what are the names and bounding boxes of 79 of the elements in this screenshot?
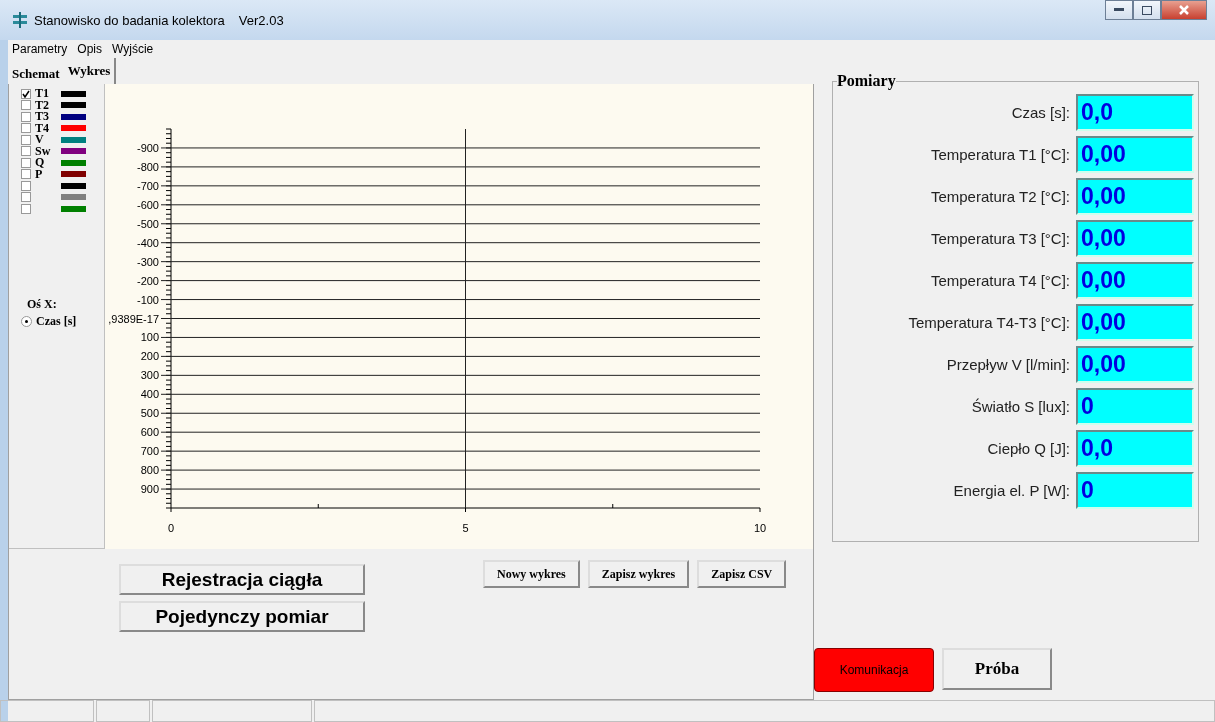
measurement-value: 0,0 [1076, 430, 1194, 467]
y-tick-label: 700 [140, 445, 159, 458]
menu-item[interactable]: Wyjście [112, 42, 154, 56]
checkbox[interactable] [21, 111, 31, 122]
measurement-value: 0,00 [1076, 262, 1194, 299]
y-tick-label: -800 [136, 160, 159, 173]
y-tick-label: ,9389E-17 [108, 312, 159, 325]
measurement-value: 0,00 [1076, 220, 1194, 257]
y-tick-label: 400 [140, 388, 159, 401]
y-tick-label: -300 [136, 255, 159, 268]
measurement-value: 0,00 [1076, 136, 1194, 173]
chart-button[interactable]: Zapisz CSV [697, 560, 787, 588]
checkbox[interactable] [21, 192, 31, 203]
y-tick-label: -700 [136, 179, 159, 192]
radio-button[interactable] [21, 315, 32, 327]
minimize-button[interactable] [1105, 0, 1133, 20]
y-tick-label: -900 [136, 141, 159, 154]
close-button[interactable] [1161, 0, 1207, 20]
measurement-label: Światło S [lux]: [971, 398, 1070, 415]
checkbox[interactable] [21, 157, 31, 168]
measurement-label: Energia el. P [W]: [953, 482, 1070, 499]
y-tick-label: -200 [136, 274, 159, 287]
y-tick-label: -100 [136, 293, 159, 306]
x-tick-label: 10 [753, 522, 767, 534]
series-label: Q [35, 155, 45, 170]
y-tick-label: 800 [140, 464, 159, 477]
measurement-label: Temperatura T4-T3 [°C]: [908, 314, 1070, 331]
measure-button[interactable]: Rejestracja ciągła [119, 564, 365, 595]
chart-button[interactable]: Nowy wykres [483, 560, 580, 588]
measurement-value: 0 [1076, 388, 1194, 425]
menu-item[interactable]: Opis [77, 42, 103, 56]
action-button[interactable]: Próba [942, 648, 1052, 690]
version-label: Ver2.03 [238, 12, 284, 28]
measurement-label: Temperatura T4 [°C]: [930, 272, 1070, 289]
checkbox[interactable] [21, 134, 31, 145]
checkbox[interactable] [21, 180, 31, 191]
y-tick-label: 200 [140, 350, 159, 363]
measurement-value: 0,00 [1076, 304, 1194, 341]
measurement-label: Ciepło Q [J]: [987, 440, 1070, 457]
app-icon [12, 12, 28, 28]
tab[interactable]: Schemat [8, 62, 64, 84]
y-tick-label: 300 [140, 369, 159, 382]
y-tick-label: 600 [140, 426, 159, 439]
maximize-button[interactable] [1133, 0, 1161, 20]
close-icon [1179, 5, 1189, 15]
menu-item[interactable]: Parametry [12, 42, 68, 56]
y-tick-label: -500 [136, 217, 159, 230]
y-tick-label: -600 [136, 198, 159, 211]
checkbox[interactable] [21, 146, 31, 157]
checkbox[interactable] [21, 203, 31, 214]
checkbox[interactable] [21, 88, 31, 99]
measurement-label: Czas [s]: [1011, 104, 1070, 121]
checkbox[interactable] [21, 169, 31, 180]
action-button[interactable]: Komunikacja [814, 648, 934, 692]
x-tick-label: 5 [462, 522, 469, 534]
y-tick-label: -400 [136, 236, 159, 249]
y-tick-label: 500 [140, 407, 159, 420]
window-title: Stanowisko do badania kolektora [34, 12, 225, 28]
measure-button[interactable]: Pojedynczy pomiar [119, 601, 365, 632]
status-segment [96, 700, 150, 722]
measurement-value: 0 [1076, 472, 1194, 509]
measurement-label: Temperatura T2 [°C]: [930, 188, 1070, 205]
x-tick-label: 0 [167, 522, 175, 534]
minimize-icon [1114, 8, 1124, 12]
group-title: Pomiary [837, 72, 896, 90]
measurement-label: Przepływ V [l/min]: [946, 356, 1070, 373]
maximize-icon [1142, 5, 1152, 15]
radio-label: Czas [s] [36, 313, 77, 329]
measurement-value: 0,00 [1076, 346, 1194, 383]
y-tick-label: 900 [140, 483, 159, 496]
measurement-label: Temperatura T1 [°C]: [930, 146, 1070, 163]
checkbox[interactable] [21, 100, 31, 111]
measurement-value: 0,00 [1076, 178, 1194, 215]
checkbox[interactable] [21, 123, 31, 134]
axis-label: Oś X: [27, 296, 58, 312]
measurement-value: 0,0 [1076, 94, 1194, 131]
y-tick-label: 100 [140, 331, 159, 344]
chart-button[interactable]: Zapisz wykres [587, 560, 690, 588]
measurement-label: Temperatura T3 [°C]: [930, 230, 1070, 247]
